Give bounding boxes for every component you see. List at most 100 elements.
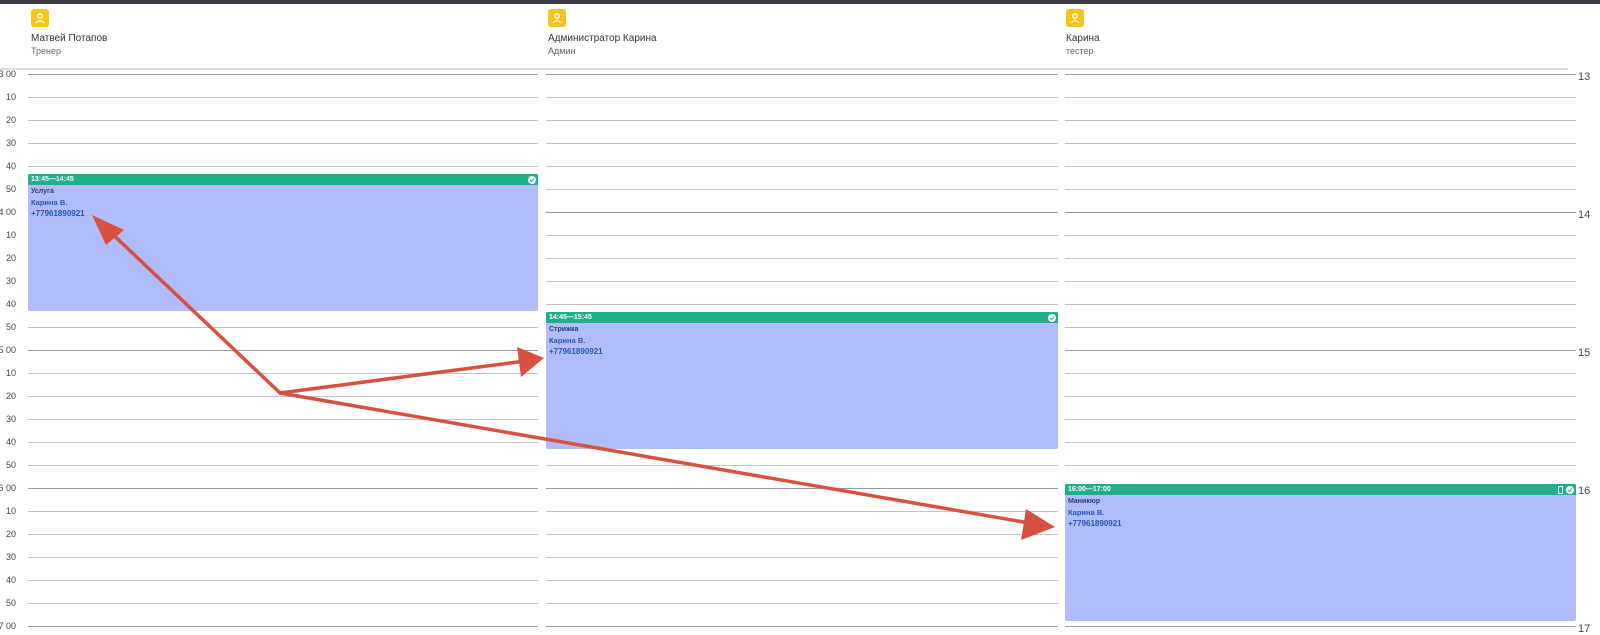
grid-line <box>1065 235 1576 236</box>
time-label: 50 <box>5 322 16 332</box>
grid-line <box>546 626 1058 627</box>
staff-header: Матвей Потапов Тренер Администратор Кари… <box>0 4 1600 68</box>
check-icon <box>528 175 536 184</box>
grid-line <box>1065 258 1576 259</box>
grid-line <box>28 350 538 351</box>
grid-line <box>28 534 538 535</box>
grid-line <box>546 74 1058 75</box>
staff-column-header-2[interactable]: Администратор Карина Админ <box>548 9 657 56</box>
staff-role: Тренер <box>31 46 61 56</box>
appointment-phone: +77961890921 <box>549 347 603 356</box>
grid-line <box>546 189 1058 190</box>
time-label: 5 00 <box>0 345 16 355</box>
grid-line <box>546 465 1058 466</box>
grid-line <box>1065 350 1576 351</box>
appointment-card[interactable]: 14:45—15:45 Стрижка Карина В. +779618909… <box>546 312 1058 449</box>
time-label: 20 <box>5 529 16 539</box>
appointment-header: 13:45—14:45 <box>28 174 538 185</box>
grid-line <box>28 396 538 397</box>
grid-line <box>28 580 538 581</box>
annotation-arrow-line <box>278 359 527 395</box>
time-label: 10 <box>5 506 16 516</box>
grid-line <box>28 419 538 420</box>
appointment-service: Маникюр <box>1068 498 1101 505</box>
grid-line <box>546 97 1058 98</box>
grid-line <box>28 557 538 558</box>
appointment-card[interactable]: 16:00—17:00 Маникюр Карина В. +779618909… <box>1065 484 1576 621</box>
staff-column-header-3[interactable]: Карина тестер <box>1066 9 1100 56</box>
grid-line <box>546 143 1058 144</box>
grid-line <box>546 120 1058 121</box>
grid-line <box>28 465 538 466</box>
grid-line <box>1065 166 1576 167</box>
staff-name: Администратор Карина <box>548 33 657 44</box>
user-icon <box>1066 9 1084 27</box>
grid-line <box>28 143 538 144</box>
time-label: 3 00 <box>0 69 16 79</box>
grid-line <box>28 74 538 75</box>
time-label: 6 00 <box>0 483 16 493</box>
user-icon <box>548 9 566 27</box>
staff-role: Админ <box>548 46 576 56</box>
hour-label: 17 <box>1578 623 1591 635</box>
grid-line <box>1065 327 1576 328</box>
grid-line <box>1065 626 1576 627</box>
time-label: 30 <box>5 276 16 286</box>
time-label: 50 <box>5 460 16 470</box>
check-icon <box>1048 313 1056 322</box>
time-label: 50 <box>5 184 16 194</box>
grid-line <box>546 511 1058 512</box>
time-label: 40 <box>5 299 16 309</box>
time-label: 40 <box>5 575 16 585</box>
appointment-client: Карина В. <box>549 336 586 345</box>
appointment-card[interactable]: 13:45—14:45 Услуга Карина В. +7796189092… <box>28 174 538 311</box>
grid-line <box>28 120 538 121</box>
grid-line <box>1065 396 1576 397</box>
staff-name: Матвей Потапов <box>31 33 108 44</box>
appointment-time: 14:45—15:45 <box>549 314 592 321</box>
grid-line <box>1065 143 1576 144</box>
grid-line <box>28 327 538 328</box>
staff-column-header-1[interactable]: Матвей Потапов Тренер <box>31 9 107 56</box>
grid-line <box>546 235 1058 236</box>
grid-line <box>1065 212 1576 213</box>
mobile-phone-icon <box>1558 485 1563 494</box>
grid-line <box>28 442 538 443</box>
grid-line <box>28 373 538 374</box>
hour-label: 14 <box>1578 209 1591 221</box>
hour-label: 13 <box>1578 71 1591 83</box>
time-label: 20 <box>5 115 16 125</box>
grid-line <box>546 488 1058 489</box>
grid-line <box>546 534 1058 535</box>
grid-line <box>28 626 538 627</box>
grid-line <box>546 580 1058 581</box>
appointment-phone: +77961890921 <box>31 209 85 218</box>
grid-line <box>546 557 1058 558</box>
grid-line <box>546 258 1058 259</box>
time-label: 40 <box>5 437 16 447</box>
staff-role: тестер <box>1066 46 1094 56</box>
appointment-service: Стрижка <box>549 326 579 333</box>
time-label: 30 <box>5 138 16 148</box>
grid-line <box>546 166 1058 167</box>
grid-line <box>1065 97 1576 98</box>
grid-line <box>1065 120 1576 121</box>
grid-line <box>546 281 1058 282</box>
appointment-time: 13:45—14:45 <box>31 176 74 183</box>
grid-line <box>28 511 538 512</box>
grid-line <box>546 212 1058 213</box>
grid-line <box>1065 281 1576 282</box>
grid-line <box>1065 304 1576 305</box>
time-label: 40 <box>5 161 16 171</box>
time-label: 30 <box>5 552 16 562</box>
time-label: 20 <box>5 391 16 401</box>
grid-line <box>1065 442 1576 443</box>
grid-line <box>546 304 1058 305</box>
grid-line <box>1065 373 1576 374</box>
appointment-client: Карина В. <box>1068 508 1105 517</box>
header-divider <box>0 68 1568 70</box>
time-label: 4 00 <box>0 207 16 217</box>
grid-line <box>1065 465 1576 466</box>
grid-line <box>1065 74 1576 75</box>
time-label: 30 <box>5 414 16 424</box>
